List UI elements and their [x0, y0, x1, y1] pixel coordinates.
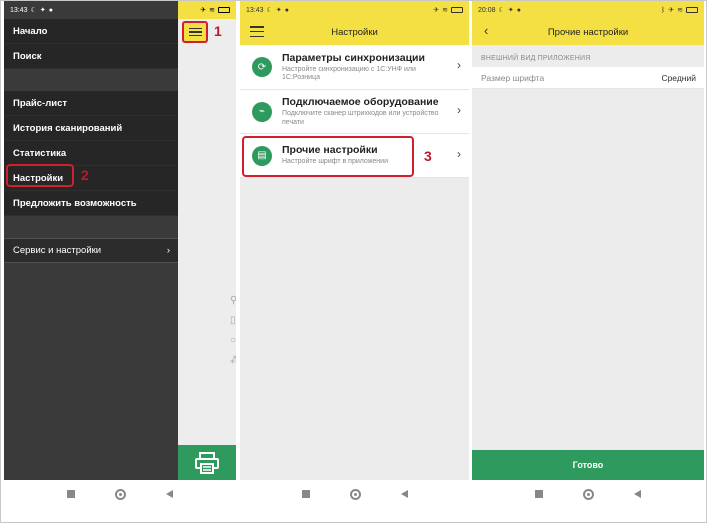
- drawer-item-price-list[interactable]: Прайс-лист: [4, 91, 178, 116]
- back-icon[interactable]: [634, 490, 641, 498]
- system-nav-bar: [240, 484, 469, 504]
- content-peek: ✈ ≋: [178, 1, 236, 480]
- airplane-icon: ✈: [200, 6, 207, 14]
- home-icon[interactable]: [349, 488, 361, 500]
- service-label: Сервис и настройки: [13, 245, 102, 256]
- drawer-item-home[interactable]: Начало: [4, 19, 178, 44]
- drawer-top-section: Начало Поиск: [4, 19, 178, 69]
- wifi-icon: ≋: [677, 6, 683, 14]
- wifi-icon: ≋: [442, 6, 448, 14]
- sync-icon: ⟳: [252, 57, 272, 77]
- person-icon: ●: [284, 6, 289, 14]
- menu-bar: [250, 26, 264, 28]
- section-caption: ВНЕШНИЙ ВИД ПРИЛОЖЕНИЯ: [481, 55, 591, 62]
- list-item-subtitle: Подключите сканер штрихкодов или устройс…: [282, 110, 439, 126]
- home-icon[interactable]: [583, 488, 594, 500]
- home-icon[interactable]: [115, 488, 126, 500]
- notification-icon: ✦: [39, 6, 46, 14]
- settings-highlight: [6, 164, 74, 187]
- navigation-drawer: 13:43 ☾ ✦ ● Начало Поиск Прайс-лист Исто…: [4, 1, 178, 480]
- status-time: 13:43: [246, 6, 264, 14]
- list-item-connected-equipment[interactable]: ⌁ Подключаемое оборудование Подключите с…: [240, 90, 469, 134]
- chevron-right-icon: ›: [166, 245, 170, 256]
- drawer-item-search[interactable]: Поиск: [4, 44, 178, 69]
- hamburger-menu-button[interactable]: [182, 21, 208, 43]
- system-nav-bar: [4, 484, 236, 504]
- copy-icon: ▯: [230, 315, 236, 326]
- print-button[interactable]: [178, 445, 236, 480]
- annotation-number: 3: [424, 148, 432, 164]
- peek-icons: ⚲ ▯ ○ ⁂: [230, 291, 236, 371]
- list-item-title: Параметры синхронизации: [282, 51, 425, 64]
- status-bar-right: ✈ ≋: [178, 1, 236, 19]
- recent-apps-icon[interactable]: [67, 490, 75, 498]
- screen-settings: 13:43 ☾ ✦ ● ✈ ≋ Настройки ⟳ Параметры си…: [240, 1, 469, 480]
- drawer-divider: [4, 69, 178, 91]
- scanner-icon: ⌁: [252, 101, 272, 122]
- menu-bar: [250, 30, 264, 33]
- person-icon: ●: [516, 6, 521, 14]
- done-button[interactable]: Готово: [472, 450, 704, 480]
- other-settings-highlight: [242, 136, 414, 177]
- list-item-sync-settings[interactable]: ⟳ Параметры синхронизации Настройте синх…: [240, 45, 469, 90]
- status-bar: 13:43 ☾ ✦ ● ✈ ≋: [240, 1, 469, 19]
- recent-apps-icon[interactable]: [535, 490, 543, 498]
- app-header: 20:08 ☾ ✦ ● ᛒ ✈ ≋ ‹ Прочие настройки: [472, 1, 704, 45]
- drawer-item-statistics[interactable]: Статистика: [4, 141, 178, 166]
- list-item-title: Подключаемое оборудование: [282, 96, 439, 108]
- drawer-divider: [4, 216, 178, 238]
- back-arrow-icon[interactable]: ‹: [484, 23, 488, 38]
- header-row: Настройки: [240, 19, 469, 45]
- moon-icon: ☾: [30, 6, 37, 14]
- bluetooth-icon: ᛒ: [661, 6, 666, 14]
- list-item-subtitle: Настройте синхронизацию с 1С:УНФ или 1С:…: [282, 65, 416, 82]
- wifi-icon: ≋: [209, 6, 215, 14]
- recent-apps-icon[interactable]: [301, 490, 310, 498]
- menu-bar: [188, 27, 202, 30]
- menu-bar: [250, 35, 264, 37]
- drawer-main-section: Прайс-лист История сканирований Статисти…: [4, 91, 178, 216]
- notification-icon: ✦: [507, 6, 514, 14]
- status-time: 13:43: [10, 6, 28, 14]
- annotation-number: 2: [81, 167, 89, 183]
- drawer-item-scan-history[interactable]: История сканирований: [4, 116, 178, 141]
- app-header: 13:43 ☾ ✦ ● ✈ ≋ Настройки: [240, 1, 469, 45]
- annotation-number: 1: [214, 23, 222, 39]
- printer-icon: [195, 451, 219, 474]
- airplane-icon: ✈: [433, 6, 440, 14]
- system-nav-bar: [472, 484, 704, 504]
- airplane-icon: ✈: [668, 6, 675, 14]
- status-time: 20:08: [478, 6, 496, 14]
- page-title: Прочие настройки: [547, 26, 629, 38]
- screen-other-settings: 20:08 ☾ ✦ ● ᛒ ✈ ≋ ‹ Прочие настройки ВНЕ…: [472, 1, 704, 480]
- status-bar: 13:43 ☾ ✦ ●: [4, 1, 178, 19]
- drawer-item-suggest-feature[interactable]: Предложить возможность: [4, 191, 178, 216]
- header-row: ‹ Прочие настройки: [472, 19, 704, 45]
- battery-icon: [451, 7, 463, 13]
- person-icon: ●: [48, 6, 53, 14]
- back-icon[interactable]: [400, 490, 408, 498]
- menu-bar: [188, 34, 202, 37]
- battery-icon: [686, 7, 698, 13]
- chevron-right-icon: ›: [457, 58, 461, 72]
- key-icon: ⚲: [230, 295, 236, 306]
- font-size-setting[interactable]: Размер шрифта Средний: [472, 67, 704, 89]
- setting-label: Размер шрифта: [481, 72, 545, 83]
- hamburger-menu-button[interactable]: [250, 26, 264, 37]
- battery-icon: [218, 7, 230, 13]
- back-icon[interactable]: [166, 490, 173, 498]
- tools-icon: ⁂: [230, 351, 236, 371]
- page-title: Настройки: [331, 26, 378, 38]
- drawer-item-service-settings[interactable]: Сервис и настройки ›: [4, 238, 178, 263]
- menu-bar: [188, 31, 202, 33]
- setting-value: Средний: [661, 72, 696, 83]
- moon-icon: ☾: [498, 6, 505, 14]
- search-icon: ○: [230, 335, 236, 346]
- moon-icon: ☾: [266, 6, 273, 14]
- screen-navigation-drawer: 13:43 ☾ ✦ ● Начало Поиск Прайс-лист Исто…: [4, 1, 236, 480]
- chevron-right-icon: ›: [457, 147, 461, 161]
- notification-icon: ✦: [275, 6, 282, 14]
- status-bar: 20:08 ☾ ✦ ● ᛒ ✈ ≋: [472, 1, 704, 19]
- chevron-right-icon: ›: [457, 103, 461, 117]
